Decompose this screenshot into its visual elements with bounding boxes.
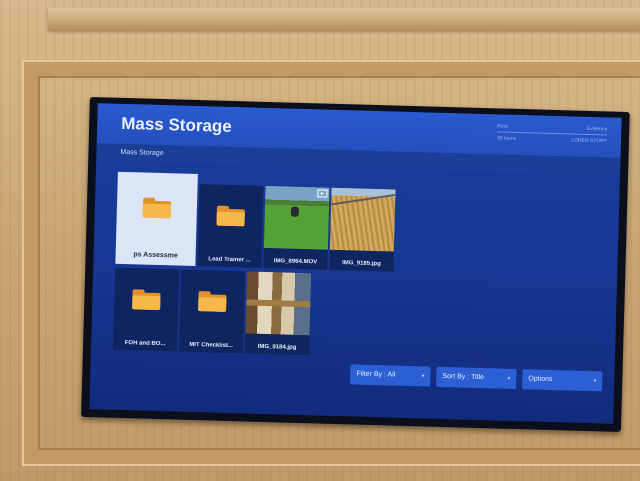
tv-screen: Mass Storage Root Evidence 99 Items LORE…	[89, 103, 622, 424]
tile-label: IMG_9184.jpg	[257, 343, 297, 351]
chevron-down-icon: ▾	[421, 373, 425, 380]
app-title: Mass Storage	[121, 113, 233, 136]
folder-icon	[132, 289, 161, 311]
header-info: Root Evidence 99 Items LOREN STORY	[496, 123, 608, 148]
image-thumbnail	[245, 271, 312, 336]
video-thumb: ▶	[263, 185, 330, 250]
tile-label: MIT Checklist...	[189, 341, 234, 350]
image-thumb	[329, 187, 396, 252]
wall-molding	[48, 8, 640, 30]
video-thumbnail-image: ▶	[263, 185, 330, 250]
tile-label: Lead Trainer ...	[208, 256, 251, 264]
header-info-items: 99 Items	[496, 135, 517, 142]
folder-thumb	[179, 270, 245, 334]
options-button[interactable]: Options ▾	[522, 369, 603, 392]
folder-icon	[216, 205, 245, 227]
folder-thumb	[198, 184, 264, 248]
toolbar: Filter By : All ▾ Sort By : Title ▾ Opti…	[350, 364, 603, 392]
video-icon: ▶	[317, 189, 328, 198]
folder-icon	[142, 197, 172, 219]
tv-bezel: Mass Storage Root Evidence 99 Items LORE…	[81, 97, 630, 432]
options-label: Options	[528, 375, 553, 384]
image-thumbnail	[329, 187, 396, 252]
folder-thumb	[114, 268, 180, 332]
tile-label: IMG_8964.MOV	[273, 258, 318, 266]
folder-icon	[198, 291, 227, 312]
folder-tile[interactable]: MIT Checklist...	[178, 269, 246, 354]
header-info-evidence: Evidence	[586, 125, 608, 133]
folder-tile[interactable]: FOH and BO...	[112, 267, 180, 352]
chevron-down-icon: ▾	[593, 378, 597, 385]
header-info-owner: LOREN STORY	[571, 137, 608, 145]
tile-label: ps Assessme	[133, 251, 178, 260]
tile-label: FOH and BO...	[124, 340, 166, 348]
sort-label: Sort By : Title	[442, 372, 485, 382]
header-info-root: Root	[497, 123, 508, 130]
filter-label: Filter By : All	[356, 370, 396, 379]
image-tile[interactable]: IMG_9185.jpg	[329, 187, 396, 272]
image-thumb	[245, 271, 312, 336]
chevron-down-icon: ▾	[507, 375, 511, 382]
folder-tile[interactable]: ps Assessme	[115, 171, 198, 267]
folder-thumb	[116, 172, 198, 244]
image-tile[interactable]: IMG_9184.jpg	[244, 271, 312, 356]
video-tile[interactable]: ▶ IMG_8964.MOV	[263, 185, 330, 270]
folder-tile[interactable]: Lead Trainer ...	[197, 184, 264, 268]
sort-button[interactable]: Sort By : Title ▾	[436, 366, 517, 390]
filter-button[interactable]: Filter By : All ▾	[350, 364, 431, 387]
tile-label: IMG_9185.jpg	[342, 260, 381, 268]
